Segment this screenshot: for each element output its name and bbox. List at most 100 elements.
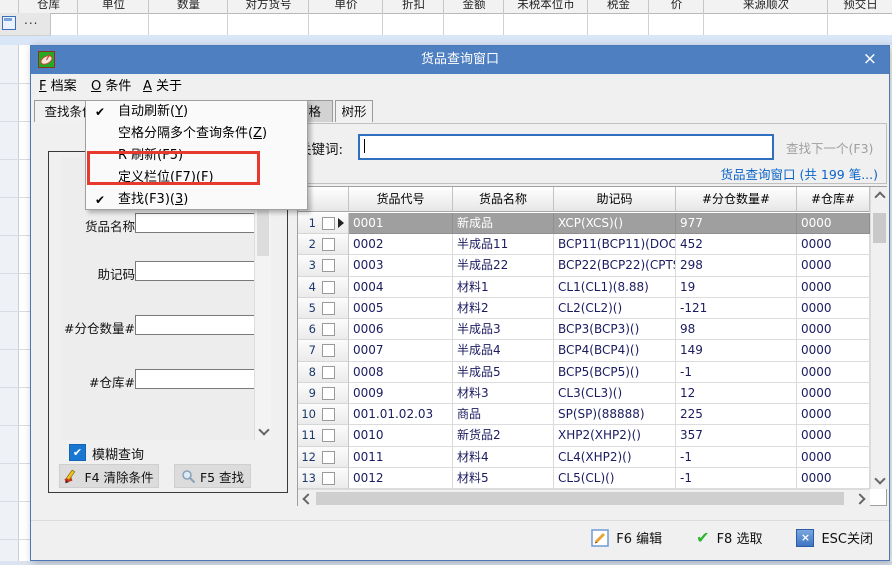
grid-header-1[interactable]: 货品代号	[349, 187, 453, 212]
scroll-down-icon[interactable]	[871, 472, 888, 489]
bg-column-label: 未税本位币	[517, 0, 575, 12]
scroll-up-icon[interactable]	[871, 187, 888, 204]
grid-rows: 10001新成品XCP(XCS)()977000020002半成品11BCP11…	[298, 213, 870, 489]
row-checkbox[interactable]	[322, 366, 335, 379]
menu-item-label: 自动刷新(Y)	[118, 101, 188, 123]
menu-item-5[interactable]: ✔查找(F3)(3)	[86, 189, 307, 211]
row-checkbox[interactable]	[322, 259, 335, 272]
scroll-right-icon[interactable]	[853, 490, 870, 507]
row-checkbox[interactable]	[322, 281, 335, 294]
table-row[interactable]: 30003半成品22BCP22(BCP22)(CPTS(2980000	[298, 255, 870, 276]
keyword-search-panel: 关键词: 查找下一个(F3) 货品查询窗口 (共 199 笔...)	[291, 123, 887, 184]
row-checkbox[interactable]	[322, 344, 335, 357]
close-x-icon: ×	[796, 529, 814, 547]
row-header: 10	[298, 404, 349, 425]
menu-item-label: 空格分隔多个查询条件(Z)	[118, 123, 267, 145]
select-button[interactable]: ✔ F8 选取	[696, 528, 762, 547]
row-checkbox[interactable]	[322, 408, 335, 421]
cell-mnem: XHP2(XHP2)()	[554, 425, 676, 446]
edit-button[interactable]: F6 编辑	[591, 528, 662, 547]
table-row[interactable]: 10001新成品XCP(XCS)()9770000	[298, 213, 870, 234]
find-button[interactable]: F5 查找	[174, 464, 251, 488]
results-grid: 货品代号货品名称助记码#分仓数量##仓库# 10001新成品XCP(XCS)()…	[297, 186, 887, 506]
row-number: 13	[300, 468, 316, 488]
close-button-label: ESC关闭	[821, 528, 873, 547]
find-next-button[interactable]: 查找下一个(F3)	[786, 138, 873, 157]
grid-header-2[interactable]: 货品名称	[453, 187, 554, 212]
field-input-3[interactable]	[135, 261, 265, 281]
row-checkbox[interactable]	[322, 323, 335, 336]
row-number: 8	[300, 362, 316, 382]
cell-wh: 0000	[797, 383, 870, 404]
cell-code: 0007	[349, 340, 453, 361]
ellipsis-button[interactable]: ...	[24, 13, 38, 27]
grid-vertical-scrollbar[interactable]	[870, 187, 888, 489]
field-input-5[interactable]	[135, 369, 265, 389]
grid-header-3[interactable]: 助记码	[554, 187, 676, 212]
keyword-input[interactable]	[358, 134, 774, 160]
field-input-2[interactable]	[135, 213, 265, 233]
field-input-4[interactable]	[135, 315, 265, 335]
row-number: 7	[300, 340, 316, 360]
grid-horizontal-scrollbar[interactable]	[298, 489, 870, 507]
close-icon[interactable]: ×	[863, 46, 877, 74]
scrollbar-thumb[interactable]	[316, 492, 844, 505]
background-left-strip	[0, 45, 30, 561]
row-checkbox[interactable]	[322, 387, 335, 400]
field-label: 货品名称	[62, 216, 135, 235]
row-cells: 0009材料3CL3(CL3)()120000	[349, 383, 870, 404]
row-checkbox[interactable]	[322, 451, 335, 464]
row-checkbox[interactable]	[322, 472, 335, 485]
result-count-link[interactable]: 货品查询窗口 (共 199 笔...)	[721, 164, 878, 183]
tab-tree[interactable]: 树形	[335, 100, 373, 122]
check-icon: ✔	[696, 528, 709, 547]
cell-mnem: CL2(CL2)()	[554, 298, 676, 319]
table-row[interactable]: 40004材料1CL1(CL1)(8.88)190000	[298, 277, 870, 298]
dialog-titlebar[interactable]: 货品查询窗口 ×	[31, 46, 889, 74]
row-header: 3	[298, 255, 349, 276]
scrollbar-thumb[interactable]	[873, 213, 886, 243]
menu-item-1[interactable]: ✔自动刷新(Y)	[86, 101, 307, 123]
row-cells: 0003半成品22BCP22(BCP22)(CPTS(2980000	[349, 255, 870, 276]
cell-name: 材料2	[453, 298, 554, 319]
fuzzy-search-checkbox[interactable]: ✔	[69, 444, 86, 461]
row-checkbox[interactable]	[322, 429, 335, 442]
table-row[interactable]: 20002半成品11BCP11(BCP11)(DOO)4520000	[298, 234, 870, 255]
cell-wh: 0000	[797, 340, 870, 361]
row-checkbox[interactable]	[322, 217, 335, 230]
table-row[interactable]: 80008半成品5BCP5(BCP5)()-10000	[298, 362, 870, 383]
table-row[interactable]: 70007半成品4BCP4(BCP4)()1490000	[298, 340, 870, 361]
table-row[interactable]: 50005材料2CL2(CL2)()-1210000	[298, 298, 870, 319]
field-label: #分仓数量#	[62, 318, 135, 337]
table-row[interactable]: 110010新货品2XHP2(XHP2)()3570000	[298, 425, 870, 446]
table-row[interactable]: 90009材料3CL3(CL3)()120000	[298, 383, 870, 404]
close-button[interactable]: × ESC关闭	[796, 528, 873, 547]
menu-item-2[interactable]: 空格分隔多个查询条件(Z)	[86, 123, 307, 145]
scroll-down-icon[interactable]	[255, 423, 272, 440]
grid-header-4[interactable]: #分仓数量#	[676, 187, 797, 212]
background-row-line	[0, 273, 30, 274]
cell-name: 半成品3	[453, 319, 554, 340]
background-row-line	[0, 463, 30, 464]
row-checkbox[interactable]	[322, 302, 335, 315]
table-row[interactable]: 130012材料5CL5(CL)()-10000	[298, 468, 870, 489]
grid-header-5[interactable]: #仓库#	[797, 187, 870, 212]
row-number: 2	[300, 234, 316, 254]
row-number: 6	[300, 319, 316, 339]
table-row[interactable]: 60006半成品3BCP3(BCP3)()980000	[298, 319, 870, 340]
row-header: 4	[298, 277, 349, 298]
cell-wh: 0000	[797, 362, 870, 383]
menu-file[interactable]: F 档案	[39, 74, 77, 100]
cell-qty: 149	[676, 340, 797, 361]
cell-qty: 298	[676, 255, 797, 276]
cell-qty: 12	[676, 383, 797, 404]
row-checkbox[interactable]	[322, 238, 335, 251]
table-row[interactable]: 10001.01.02.03商品SP(SP)(88888)2250000	[298, 404, 870, 425]
menu-conditions[interactable]: O 条件	[91, 74, 131, 100]
row-header: 2	[298, 234, 349, 255]
table-row[interactable]: 120011材料4CL4(XHP2)()-10000	[298, 447, 870, 468]
scroll-left-icon[interactable]	[298, 490, 315, 507]
menu-about[interactable]: A 关于	[143, 74, 182, 100]
row-header: 5	[298, 298, 349, 319]
clear-conditions-button[interactable]: F4 清除条件	[59, 464, 159, 488]
